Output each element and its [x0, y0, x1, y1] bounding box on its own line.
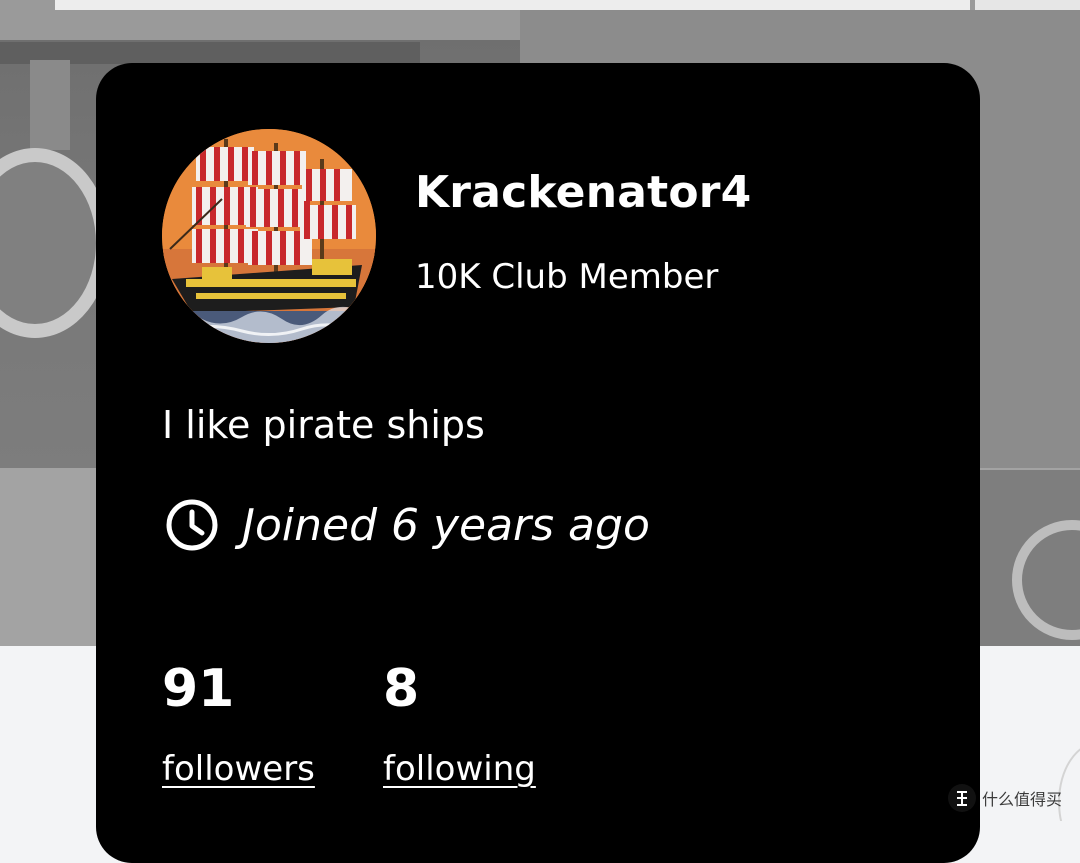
- watermark: 什么值得买: [948, 784, 1062, 812]
- joined-info: Joined 6 years ago: [164, 495, 650, 555]
- joined-text: Joined 6 years ago: [242, 499, 650, 551]
- pirate-ship-avatar-icon: [162, 129, 376, 343]
- zhi-logo-icon: [948, 784, 976, 812]
- avatar[interactable]: [162, 129, 376, 343]
- following-link[interactable]: following: [383, 749, 536, 789]
- followers-link[interactable]: followers: [162, 749, 315, 789]
- profile-card: Krackenator4 10K Club Member I like pira…: [96, 63, 980, 863]
- followers-stat: 91 followers: [162, 659, 315, 789]
- following-count: 8: [383, 659, 420, 719]
- profile-bio: I like pirate ships: [162, 403, 485, 447]
- following-stat: 8 following: [383, 659, 536, 789]
- username: Krackenator4: [415, 167, 752, 218]
- watermark-badge: [948, 784, 976, 812]
- member-rank: 10K Club Member: [415, 257, 719, 297]
- followers-count: 91: [162, 659, 235, 719]
- watermark-text: 什么值得买: [982, 790, 1063, 809]
- clock-icon: [166, 499, 218, 551]
